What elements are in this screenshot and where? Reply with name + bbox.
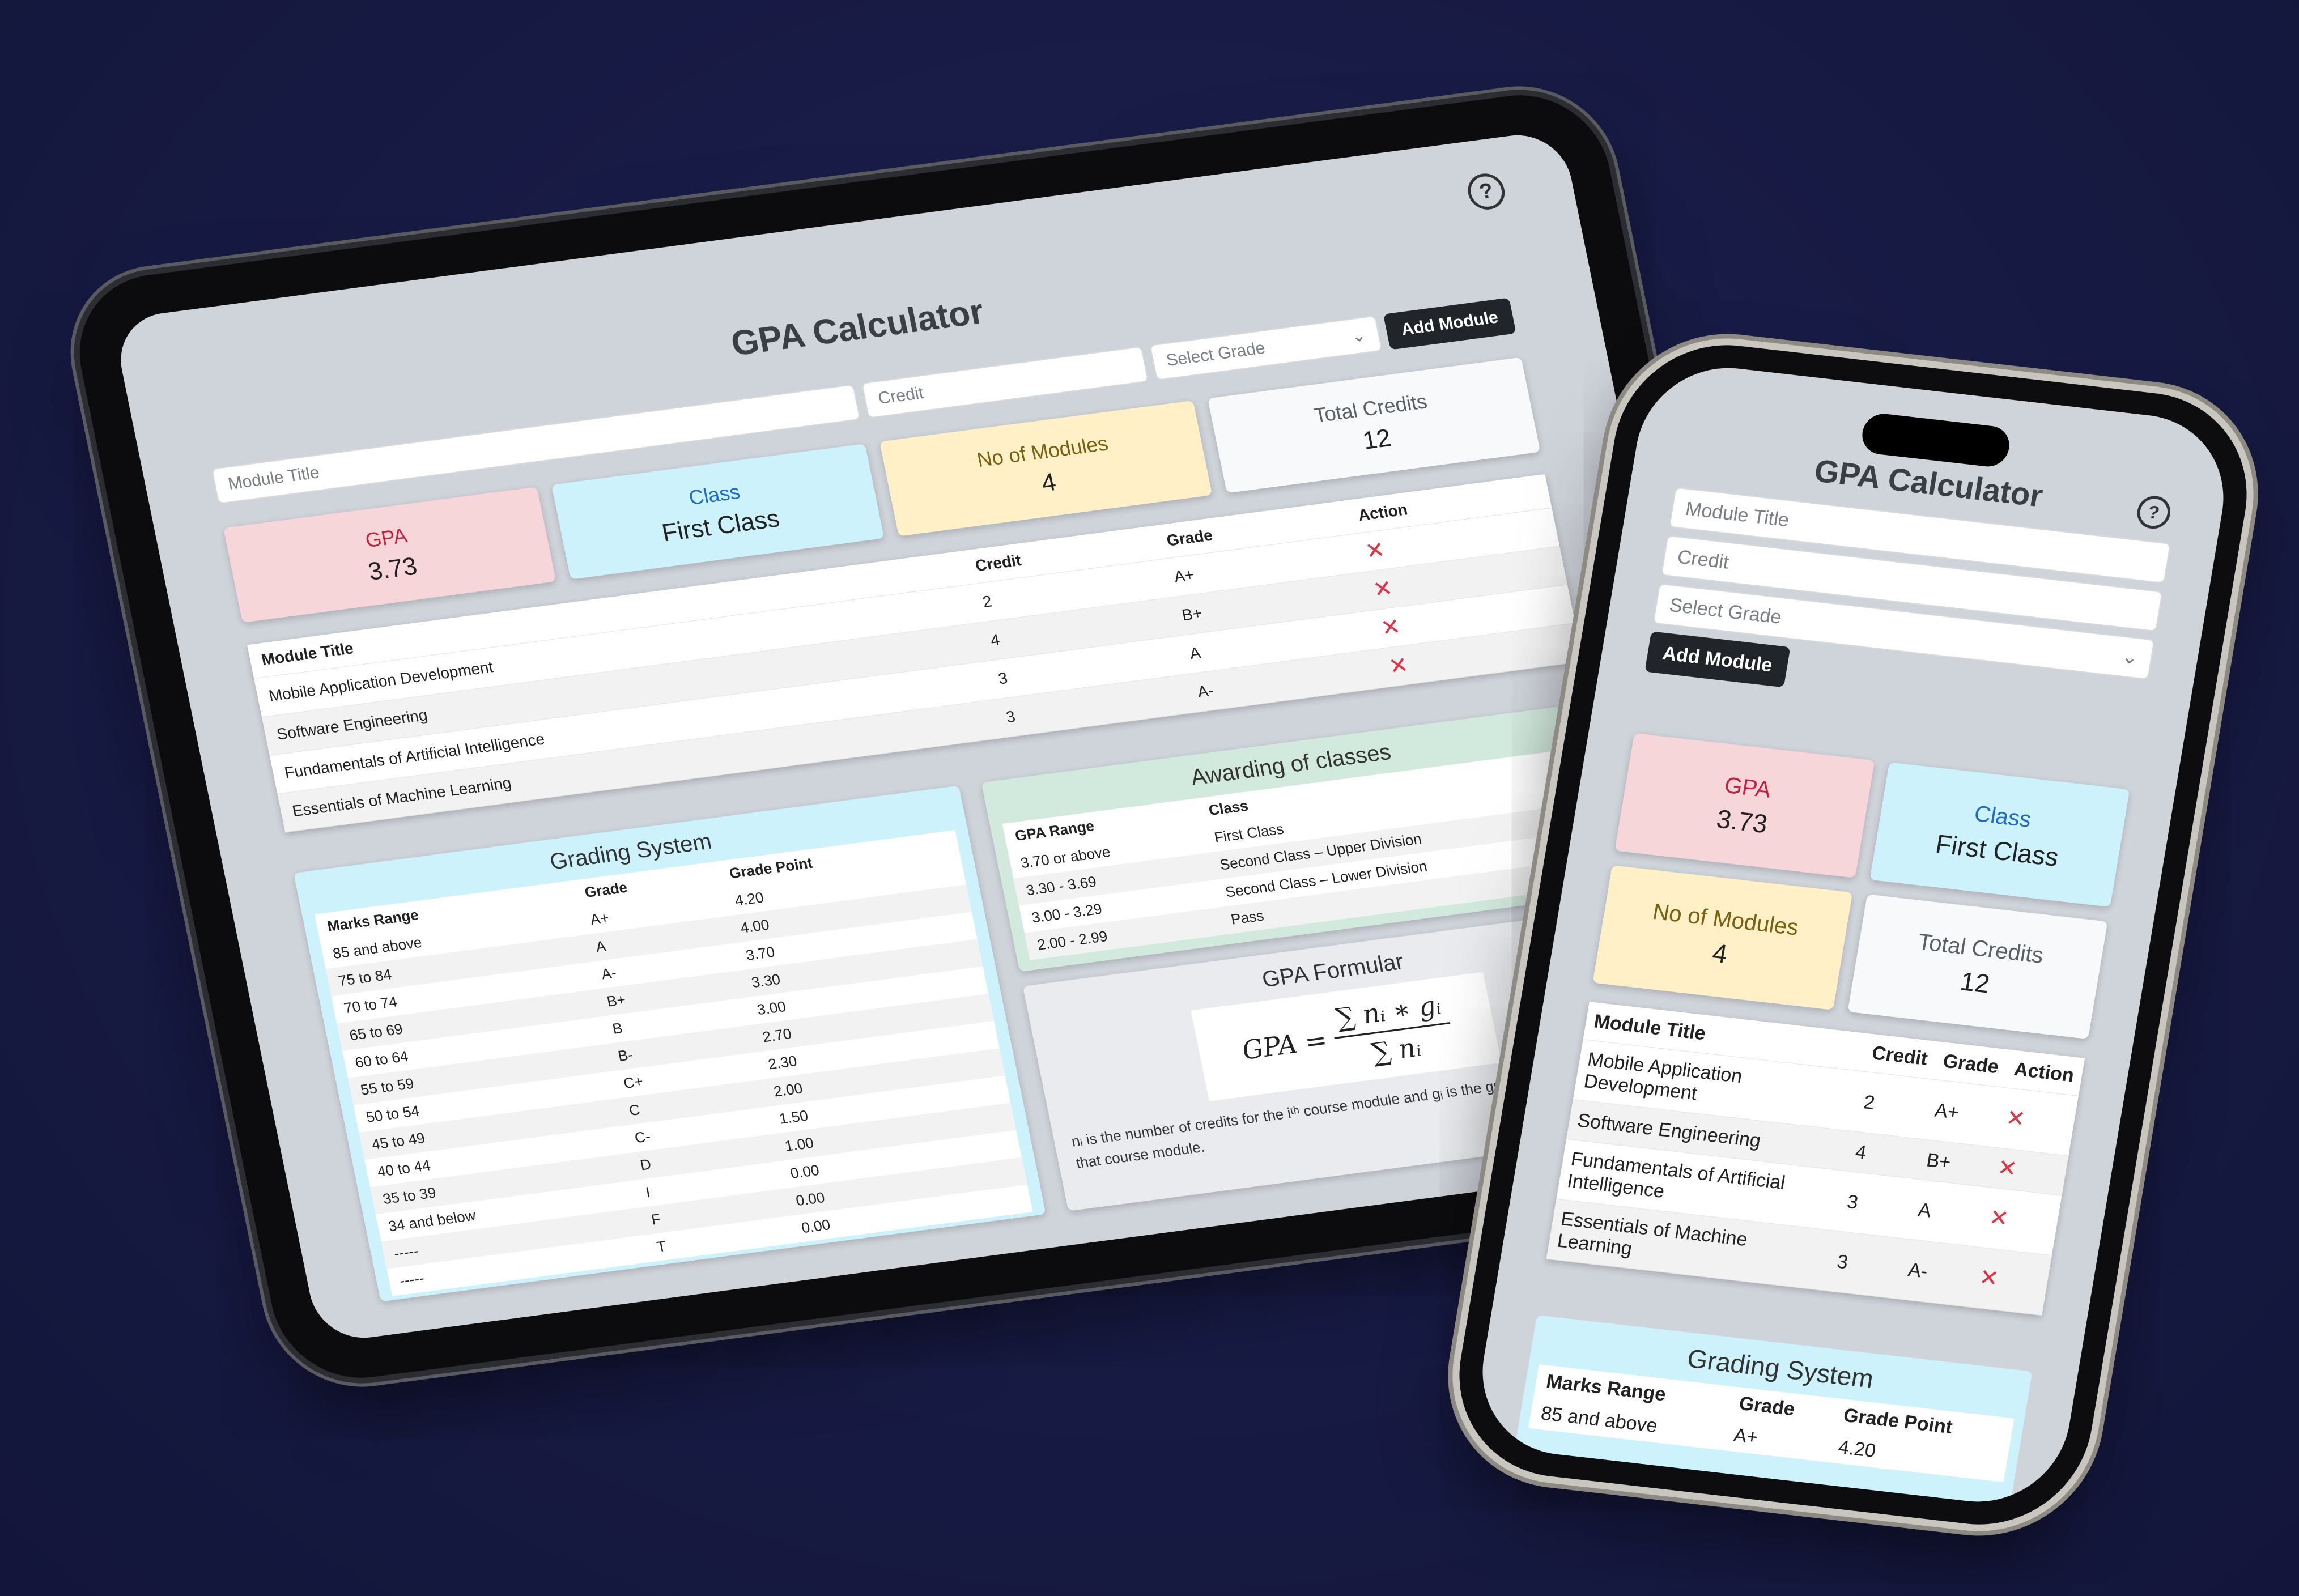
delete-icon[interactable]: ✕ [1371, 576, 1395, 603]
gpa-value: 3.73 [366, 552, 420, 586]
total-credits-card: Total Credits 12 [1208, 357, 1541, 493]
total-credits-value: 12 [1360, 424, 1393, 455]
class-card: Class First Class [1869, 762, 2130, 908]
modules-table: Module Title Credit Grade Action Mobile … [1546, 1002, 2085, 1316]
modules-count-card: No of Modules 4 [1592, 865, 1853, 1010]
grade-select-label: Select Grade [1165, 338, 1267, 371]
gpa-label: GPA [1723, 772, 1773, 803]
grade-cell: A+ [1922, 1079, 2003, 1147]
chevron-down-icon: ⌄ [2120, 645, 2140, 669]
modules-count-card: No of Modules 4 [879, 400, 1213, 537]
total-credits-value: 12 [1958, 965, 1992, 998]
grade-select[interactable]: Select Grade ⌄ [1149, 315, 1383, 381]
modules-count-value: 4 [1039, 468, 1059, 497]
module-form: Module Title Credit Select Grade ⌄ Add M… [1644, 487, 2171, 728]
delete-icon[interactable]: ✕ [1387, 653, 1410, 680]
total-credits-card: Total Credits 12 [1847, 894, 2108, 1040]
gpa-label: GPA [363, 524, 410, 552]
credit-cell: 3 [1834, 1171, 1916, 1239]
formula-denominator: ∑ nᵢ [1369, 1031, 1423, 1068]
credit-cell: 3 [1824, 1231, 1906, 1299]
class-label: Class [1972, 801, 2033, 832]
gpa-value: 3.73 [1714, 803, 1770, 839]
formula-lhs: GPA = [1239, 1024, 1330, 1066]
class-card: Class First Class [551, 444, 885, 580]
add-module-button[interactable]: Add Module [1644, 631, 1791, 688]
grade-cell: A- [1895, 1239, 1977, 1307]
total-credits-label: Total Credits [1312, 389, 1429, 427]
grade-select-label: Select Grade [1668, 594, 1783, 628]
delete-icon[interactable]: ✕ [2004, 1105, 2028, 1132]
delete-icon[interactable]: ✕ [1987, 1205, 2011, 1232]
grading-system-panel: Grading System Marks Range Grade Grade P… [293, 785, 1046, 1302]
grading-table: Marks Range Grade Grade Point 85 and abo… [315, 830, 1033, 1296]
grade-cell: A [1905, 1178, 1987, 1247]
delete-icon[interactable]: ✕ [1363, 537, 1387, 564]
modules-count-label: No of Modules [975, 431, 1110, 472]
delete-icon[interactable]: ✕ [1977, 1265, 2000, 1291]
stats-grid: GPA 3.73 Class First Class No of Modules… [1592, 733, 2130, 1040]
class-value: First Class [659, 504, 782, 547]
gpa-card: GPA 3.73 [223, 487, 556, 623]
credit-input[interactable]: Credit [861, 346, 1149, 419]
formula-fraction: ∑ nᵢ ∗ gᵢ ∑ nᵢ [1327, 989, 1457, 1072]
delete-icon[interactable]: ✕ [1996, 1155, 2019, 1182]
delete-icon[interactable]: ✕ [1379, 614, 1403, 641]
class-label: Class [686, 479, 742, 509]
chevron-down-icon: ⌄ [1349, 325, 1368, 346]
modules-count-value: 4 [1710, 938, 1730, 969]
total-credits-label: Total Credits [1916, 929, 2046, 968]
modules-count-label: No of Modules [1651, 899, 1800, 940]
gpa-card: GPA 3.73 [1614, 733, 1875, 878]
add-module-button[interactable]: Add Module [1383, 297, 1516, 350]
class-value: First Class [1933, 828, 2061, 872]
credit-cell: 2 [1851, 1071, 1932, 1139]
help-icon[interactable]: ? [1464, 171, 1508, 212]
